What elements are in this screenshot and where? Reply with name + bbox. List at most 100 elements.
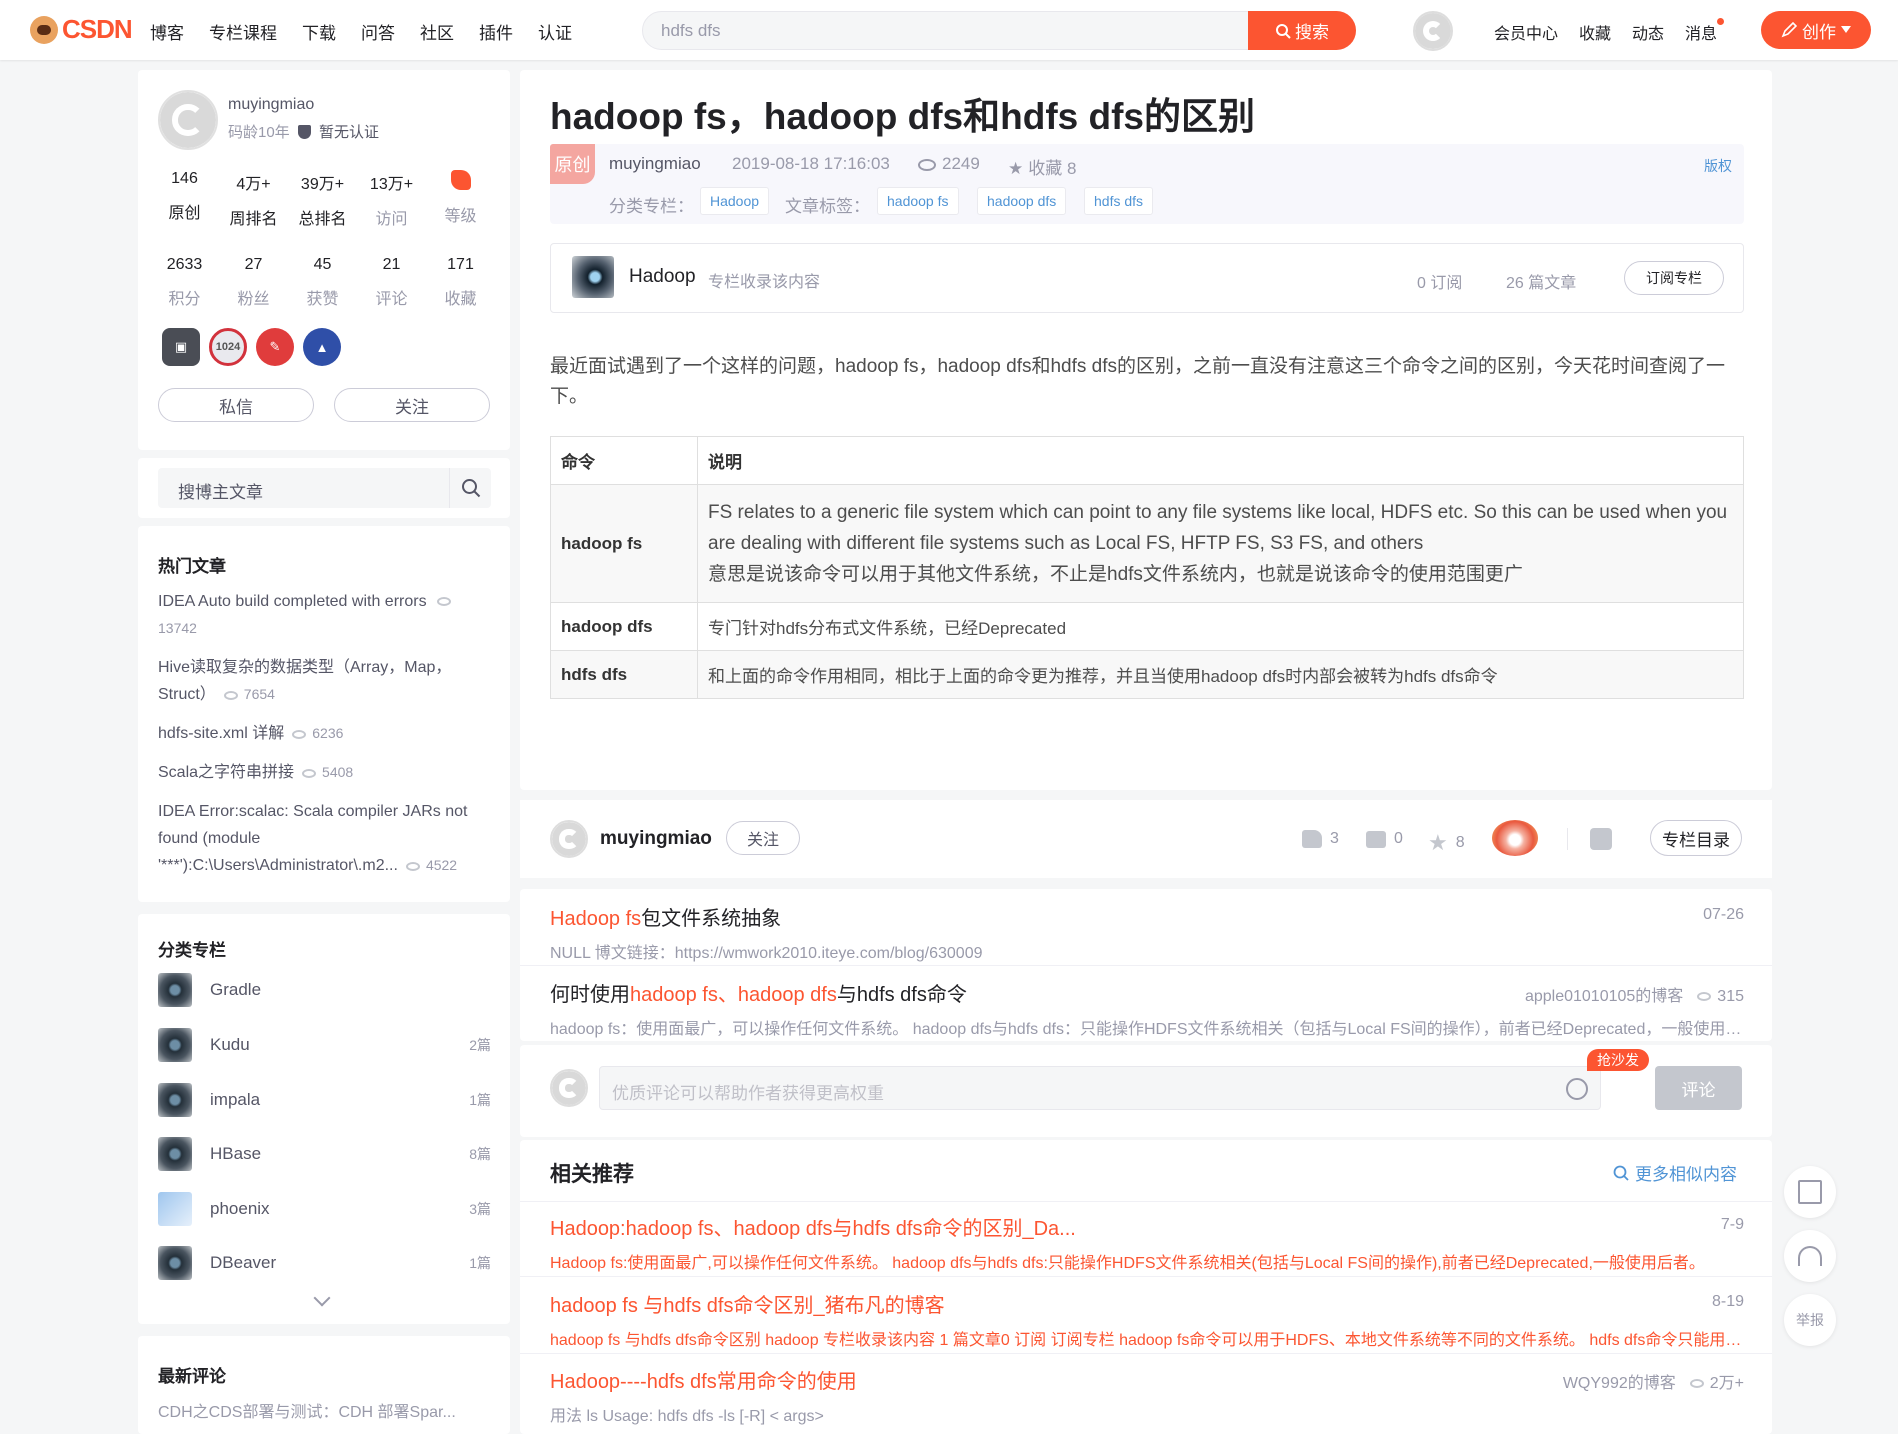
link-vip-center[interactable]: 会员中心 — [1494, 20, 1558, 44]
divider — [520, 965, 1772, 966]
column-tag[interactable]: Hadoop — [700, 187, 770, 215]
article-title: hadoop fs，hadoop dfs和hdfs dfs的区别 — [550, 96, 1256, 137]
caret-down-icon — [1841, 26, 1851, 33]
eye-icon — [292, 729, 307, 739]
comment-input[interactable]: 优质评论可以帮助作者获得更高权重 — [599, 1066, 1601, 1110]
column-thumb — [158, 973, 192, 1007]
nav-cert[interactable]: 认证 — [538, 19, 572, 44]
column-item-impala[interactable]: impala 1篇 — [158, 1082, 491, 1118]
column-name: HBase — [210, 1144, 262, 1163]
column-cover[interactable] — [572, 256, 614, 298]
hot-item[interactable]: IDEA Error:scalac: Scala compiler JARs n… — [158, 798, 498, 879]
report-button[interactable]: 举报 — [1784, 1294, 1836, 1346]
recommend-item[interactable]: Hadoop----hdfs dfs常用命令的使用 WQY992的博客 2万+ 用… — [550, 1365, 1744, 1426]
link-favorites[interactable]: 收藏 — [1579, 20, 1611, 44]
nav-courses[interactable]: 专栏课程 — [209, 19, 277, 44]
copyright-link[interactable]: 版权 — [1704, 156, 1732, 176]
eye-icon — [436, 597, 451, 607]
stat-original[interactable]: 146 原创 — [150, 170, 219, 229]
nav-community[interactable]: 社区 — [420, 19, 454, 44]
hot-item[interactable]: Hive读取复杂的数据类型（Array，Map，Struct） 7654 — [158, 654, 498, 708]
badge-pen-icon[interactable]: ✎ — [256, 328, 294, 366]
nav-blog[interactable]: 博客 — [150, 19, 184, 44]
hot-item[interactable]: hdfs-site.xml 详解 6236 — [158, 720, 498, 747]
stat-label: 等级 — [444, 208, 477, 225]
meta-author[interactable]: muyingmiao — [609, 154, 701, 174]
comment-count: 0 — [1394, 830, 1403, 847]
table-row: hadoop dfs 专门针对hdfs分布式文件系统，已经Deprecated — [550, 602, 1744, 651]
column-item-kudu[interactable]: Kudu 2篇 — [158, 1027, 491, 1063]
private-message-button[interactable]: 私信 — [158, 388, 314, 422]
hot-item-views: 6236 — [312, 725, 344, 741]
author-avatar[interactable] — [158, 90, 218, 150]
latest-comment-item[interactable]: CDH之CDS部署与测试：CDH 部署Spar... — [158, 1398, 456, 1422]
column-item-gradle[interactable]: Gradle — [158, 972, 491, 1008]
column-item-phoenix[interactable]: phoenix 3篇 — [158, 1191, 491, 1227]
csdn-logo[interactable]: CSDN — [30, 14, 133, 45]
hot-item[interactable]: Scala之字符串拼接 5408 — [158, 759, 498, 786]
nav-plugins[interactable]: 插件 — [479, 19, 513, 44]
cell-description: 和上面的命令作用相同，相比于上面的命令更为推荐，并且当使用hadoop dfs时… — [697, 650, 1744, 699]
chevron-down-icon[interactable] — [313, 1289, 331, 1307]
tag-hadoop-dfs[interactable]: hadoop dfs — [977, 187, 1067, 215]
create-button[interactable]: 创作 — [1761, 11, 1871, 49]
badge-rocket-icon[interactable]: ▲ — [303, 328, 341, 366]
related-item[interactable]: Hadoop fs包文件系统抽象 07-26 NULL 博文链接：https:/… — [550, 902, 1744, 963]
toolbar-author-name[interactable]: muyingmiao — [600, 828, 712, 850]
favorite-count: 8 — [1455, 834, 1465, 851]
nav-download[interactable]: 下载 — [302, 19, 336, 44]
meta-favorites[interactable]: ★ 收藏 8 — [1008, 154, 1076, 179]
search-input[interactable] — [661, 12, 1221, 49]
messages-label: 消息 — [1685, 26, 1718, 43]
column-box-name[interactable]: Hadoop — [629, 266, 696, 288]
recommend-item[interactable]: Hadoop:hadoop fs、hadoop dfs与hdfs dfs命令的区… — [550, 1212, 1744, 1273]
toolbar-avatar[interactable] — [550, 820, 588, 858]
like-action[interactable]: 3 — [1302, 830, 1339, 848]
column-item-dbeaver[interactable]: DBeaver 1篇 — [158, 1245, 491, 1281]
title-rest: 包文件系统抽象 — [641, 908, 782, 930]
blog-search-button[interactable] — [449, 468, 491, 508]
tag-hadoop-fs[interactable]: hadoop fs — [877, 187, 959, 215]
edit-note-icon[interactable] — [1784, 1166, 1836, 1218]
toolbar-follow-button[interactable]: 关注 — [726, 821, 800, 855]
hot-item-views: 13742 — [158, 620, 197, 636]
related-item[interactable]: 何时使用hadoop fs、hadoop dfs与hdfs dfs命令 appl… — [550, 978, 1744, 1039]
author-name[interactable]: muyingmiao — [228, 96, 314, 114]
more-similar-link[interactable]: 更多相似内容 — [1613, 1160, 1737, 1185]
stats-row-1: 146 原创 4万+ 周排名 39万+ 总排名 13万+ 访问 等级 — [150, 170, 495, 229]
related-date: 07-26 — [1703, 906, 1744, 923]
hot-item[interactable]: IDEA Auto build completed with errors 137… — [158, 588, 498, 642]
headset-icon[interactable] — [1784, 1230, 1836, 1282]
link-messages[interactable]: 消息 — [1685, 18, 1725, 44]
search-button[interactable]: 搜索 — [1248, 11, 1356, 50]
comment-submit-button[interactable]: 评论 — [1655, 1066, 1742, 1110]
share-icon[interactable] — [1590, 828, 1612, 850]
related-desc: NULL 博文链接：https://wmwork2010.iteye.com/b… — [550, 945, 983, 962]
follow-button[interactable]: 关注 — [334, 388, 490, 422]
hot-item-views-wrap: 6236 — [292, 725, 343, 741]
stat-weekly-rank[interactable]: 4万+ 周排名 — [219, 170, 288, 229]
recommend-item-meta: WQY992的博客 2万+ — [1563, 1369, 1744, 1393]
stat-label: 积分 — [168, 291, 201, 308]
favorite-action[interactable]: ★ 8 — [1428, 830, 1465, 856]
column-toc-button[interactable]: 专栏目录 — [1650, 820, 1742, 856]
subscribe-column-button[interactable]: 订阅专栏 — [1624, 261, 1724, 295]
hot-item-views-wrap: 7654 — [223, 686, 275, 702]
stat-total-rank[interactable]: 39万+ 总排名 — [288, 170, 357, 229]
link-dynamics[interactable]: 动态 — [1632, 20, 1664, 44]
blog-search-input[interactable]: 搜博主文章 — [158, 468, 491, 508]
nav-qa[interactable]: 问答 — [361, 19, 395, 44]
recommend-item[interactable]: hadoop fs 与hdfs dfs命令区别_猪布凡的博客 8-19 hado… — [550, 1289, 1744, 1350]
article-intro: 最近面试遇到了一个这样的问题，hadoop fs，hadoop dfs和hdfs… — [550, 356, 1726, 407]
user-avatar[interactable] — [1413, 11, 1453, 51]
divider — [520, 1276, 1772, 1277]
tag-hdfs-dfs[interactable]: hdfs dfs — [1084, 187, 1154, 215]
stat-level[interactable]: 等级 — [426, 170, 495, 229]
emoji-icon[interactable] — [1566, 1078, 1588, 1100]
column-item-hbase[interactable]: HBase 8篇 — [158, 1136, 491, 1172]
comment-action[interactable]: 0 — [1366, 830, 1403, 848]
reward-icon[interactable] — [1492, 820, 1538, 856]
stat-value: 27 — [244, 256, 263, 273]
badge-1024[interactable]: 1024 — [209, 328, 247, 366]
badge-hex-icon[interactable]: ▣ — [162, 328, 200, 366]
